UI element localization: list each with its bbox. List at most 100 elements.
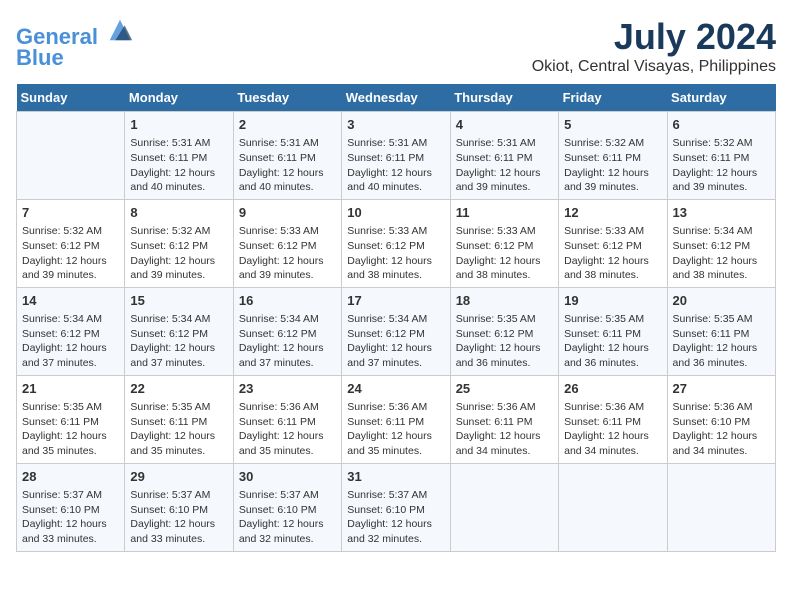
day-info: Sunrise: 5:36 AM Sunset: 6:11 PM Dayligh…: [564, 400, 661, 459]
calendar-week-row: 1 Sunrise: 5:31 AM Sunset: 6:11 PM Daylig…: [17, 112, 776, 200]
col-monday: Monday: [125, 84, 233, 112]
day-info: Sunrise: 5:36 AM Sunset: 6:10 PM Dayligh…: [673, 400, 770, 459]
day-number: 2: [239, 116, 336, 134]
table-row: 21Sunrise: 5:35 AM Sunset: 6:11 PM Dayli…: [17, 375, 125, 463]
day-number: 8: [130, 204, 227, 222]
day-info: Sunrise: 5:37 AM Sunset: 6:10 PM Dayligh…: [22, 488, 119, 547]
day-info: Sunrise: 5:31 AM Sunset: 6:11 PM Dayligh…: [130, 136, 227, 195]
day-number: 6: [673, 116, 770, 134]
day-info: Sunrise: 5:36 AM Sunset: 6:11 PM Dayligh…: [347, 400, 444, 459]
day-number: 25: [456, 380, 553, 398]
table-row: 8 Sunrise: 5:32 AM Sunset: 6:12 PM Daylig…: [125, 199, 233, 287]
logo: General Blue: [16, 16, 134, 71]
day-info: Sunrise: 5:37 AM Sunset: 6:10 PM Dayligh…: [239, 488, 336, 547]
day-number: 17: [347, 292, 444, 310]
table-row: 25 Sunrise: 5:36 AM Sunset: 6:11 PM Dayli…: [450, 375, 558, 463]
table-row: 12 Sunrise: 5:33 AM Sunset: 6:12 PM Dayli…: [559, 199, 667, 287]
day-info: Sunrise: 5:32 AM Sunset: 6:12 PM Dayligh…: [22, 224, 119, 283]
col-sunday: Sunday: [17, 84, 125, 112]
table-row: 2Sunrise: 5:31 AM Sunset: 6:11 PM Daylig…: [233, 112, 341, 200]
table-row: 4Sunrise: 5:31 AM Sunset: 6:11 PM Daylig…: [450, 112, 558, 200]
col-saturday: Saturday: [667, 84, 775, 112]
col-thursday: Thursday: [450, 84, 558, 112]
calendar-week-row: 28 Sunrise: 5:37 AM Sunset: 6:10 PM Dayli…: [17, 463, 776, 551]
table-row: 27 Sunrise: 5:36 AM Sunset: 6:10 PM Dayli…: [667, 375, 775, 463]
day-number: 11: [456, 204, 553, 222]
day-info: Sunrise: 5:33 AM Sunset: 6:12 PM Dayligh…: [239, 224, 336, 283]
table-row: 9 Sunrise: 5:33 AM Sunset: 6:12 PM Daylig…: [233, 199, 341, 287]
table-row: 30 Sunrise: 5:37 AM Sunset: 6:10 PM Dayli…: [233, 463, 341, 551]
day-number: 22: [130, 380, 227, 398]
table-row: 11 Sunrise: 5:33 AM Sunset: 6:12 PM Dayli…: [450, 199, 558, 287]
day-number: 31: [347, 468, 444, 486]
page-title: July 2024: [532, 16, 776, 58]
table-row: [450, 463, 558, 551]
day-number: 21: [22, 380, 119, 398]
title-block: July 2024 Okiot, Central Visayas, Philip…: [532, 16, 776, 76]
day-number: 18: [456, 292, 553, 310]
day-number: 20: [673, 292, 770, 310]
calendar-week-row: 21 Sunrise: 5:35 AM Sunset: 6:11 PM Dayli…: [17, 375, 776, 463]
day-number: 12: [564, 204, 661, 222]
calendar-week-row: 7 Sunrise: 5:32 AM Sunset: 6:12 PM Daylig…: [17, 199, 776, 287]
day-number: 13: [673, 204, 770, 222]
day-number: 14: [22, 292, 119, 310]
table-row: 17 Sunrise: 5:34 AM Sunset: 6:12 PM Dayli…: [342, 287, 450, 375]
day-info: Sunrise: 5:34 AM Sunset: 6:12 PM Dayligh…: [239, 312, 336, 371]
table-row: 3 Sunrise: 5:31 AM Sunset: 6:11 PM Daylig…: [342, 112, 450, 200]
table-row: 22 Sunrise: 5:35 AM Sunset: 6:11 PM Dayli…: [125, 375, 233, 463]
table-row: [559, 463, 667, 551]
col-friday: Friday: [559, 84, 667, 112]
col-wednesday: Wednesday: [342, 84, 450, 112]
day-number: 26: [564, 380, 661, 398]
day-number: 5: [564, 116, 661, 134]
table-row: 7 Sunrise: 5:32 AM Sunset: 6:12 PM Daylig…: [17, 199, 125, 287]
day-info: Sunrise: 5:34 AM Sunset: 6:12 PM Dayligh…: [347, 312, 444, 371]
day-info: Sunrise: 5:31 AM Sunset: 6:11 PM Dayligh…: [347, 136, 444, 195]
day-number: 7: [22, 204, 119, 222]
day-info: Sunrise: 5:31 AM Sunset: 6:11 PM Dayligh…: [456, 136, 553, 195]
day-info: Sunrise: 5:34 AM Sunset: 6:12 PM Dayligh…: [22, 312, 119, 371]
table-row: 13Sunrise: 5:34 AM Sunset: 6:12 PM Dayli…: [667, 199, 775, 287]
table-row: 18 Sunrise: 5:35 AM Sunset: 6:12 PM Dayli…: [450, 287, 558, 375]
day-number: 27: [673, 380, 770, 398]
table-row: 14 Sunrise: 5:34 AM Sunset: 6:12 PM Dayli…: [17, 287, 125, 375]
table-row: 29 Sunrise: 5:37 AM Sunset: 6:10 PM Dayli…: [125, 463, 233, 551]
table-row: 15 Sunrise: 5:34 AM Sunset: 6:12 PM Dayli…: [125, 287, 233, 375]
page-subtitle: Okiot, Central Visayas, Philippines: [532, 58, 776, 76]
calendar-table: Sunday Monday Tuesday Wednesday Thursday…: [16, 84, 776, 552]
table-row: 6Sunrise: 5:32 AM Sunset: 6:11 PM Daylig…: [667, 112, 775, 200]
day-info: Sunrise: 5:33 AM Sunset: 6:12 PM Dayligh…: [564, 224, 661, 283]
table-row: 24 Sunrise: 5:36 AM Sunset: 6:11 PM Dayli…: [342, 375, 450, 463]
day-info: Sunrise: 5:32 AM Sunset: 6:12 PM Dayligh…: [130, 224, 227, 283]
day-number: 3: [347, 116, 444, 134]
col-tuesday: Tuesday: [233, 84, 341, 112]
day-number: 24: [347, 380, 444, 398]
table-row: 1 Sunrise: 5:31 AM Sunset: 6:11 PM Daylig…: [125, 112, 233, 200]
table-row: 10 Sunrise: 5:33 AM Sunset: 6:12 PM Dayli…: [342, 199, 450, 287]
day-info: Sunrise: 5:35 AM Sunset: 6:11 PM Dayligh…: [130, 400, 227, 459]
day-info: Sunrise: 5:37 AM Sunset: 6:10 PM Dayligh…: [130, 488, 227, 547]
calendar-week-row: 14 Sunrise: 5:34 AM Sunset: 6:12 PM Dayli…: [17, 287, 776, 375]
calendar-header-row: Sunday Monday Tuesday Wednesday Thursday…: [17, 84, 776, 112]
day-info: Sunrise: 5:35 AM Sunset: 6:11 PM Dayligh…: [564, 312, 661, 371]
table-row: [17, 112, 125, 200]
table-row: 26 Sunrise: 5:36 AM Sunset: 6:11 PM Dayli…: [559, 375, 667, 463]
table-row: 19 Sunrise: 5:35 AM Sunset: 6:11 PM Dayli…: [559, 287, 667, 375]
day-number: 10: [347, 204, 444, 222]
day-number: 28: [22, 468, 119, 486]
day-info: Sunrise: 5:35 AM Sunset: 6:11 PM Dayligh…: [673, 312, 770, 371]
day-number: 29: [130, 468, 227, 486]
table-row: 20 Sunrise: 5:35 AM Sunset: 6:11 PM Dayli…: [667, 287, 775, 375]
day-number: 19: [564, 292, 661, 310]
day-info: Sunrise: 5:35 AM Sunset: 6:12 PM Dayligh…: [456, 312, 553, 371]
day-number: 30: [239, 468, 336, 486]
day-number: 1: [130, 116, 227, 134]
day-info: Sunrise: 5:33 AM Sunset: 6:12 PM Dayligh…: [347, 224, 444, 283]
day-info: Sunrise: 5:36 AM Sunset: 6:11 PM Dayligh…: [456, 400, 553, 459]
day-info: Sunrise: 5:34 AM Sunset: 6:12 PM Dayligh…: [130, 312, 227, 371]
table-row: 28 Sunrise: 5:37 AM Sunset: 6:10 PM Dayli…: [17, 463, 125, 551]
day-info: Sunrise: 5:33 AM Sunset: 6:12 PM Dayligh…: [456, 224, 553, 283]
day-number: 15: [130, 292, 227, 310]
day-number: 9: [239, 204, 336, 222]
